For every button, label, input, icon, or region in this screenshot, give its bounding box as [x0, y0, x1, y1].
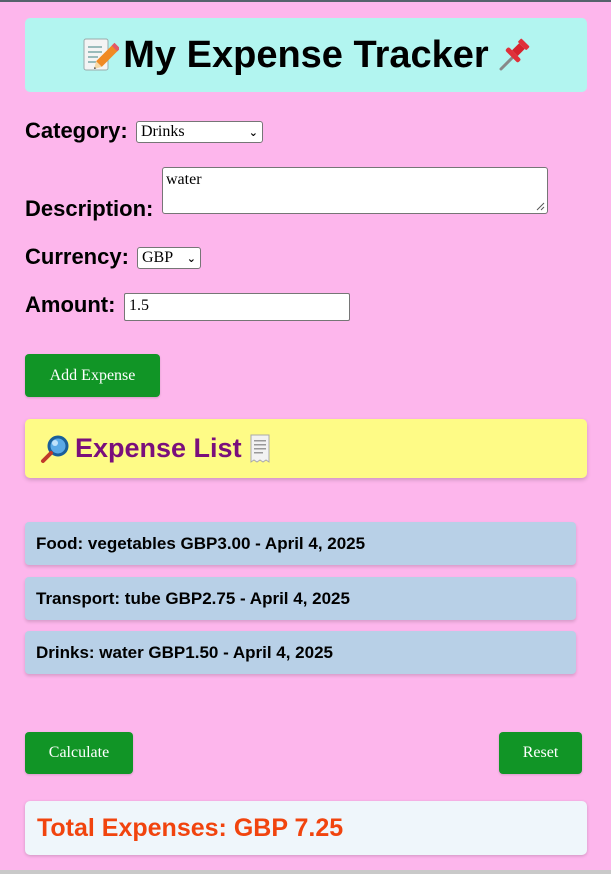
window-top-border: [0, 0, 611, 2]
expense-list-title: Expense List: [75, 433, 242, 463]
category-label: Category:: [25, 118, 128, 143]
app-header: My Expense Tracker: [25, 18, 587, 92]
amount-value: 1.5: [129, 297, 149, 314]
category-select[interactable]: Drinks ⌄: [136, 121, 263, 143]
reset-button[interactable]: Reset: [499, 732, 582, 774]
memo-pencil-icon: [79, 35, 120, 75]
amount-input[interactable]: 1.5: [124, 293, 350, 321]
currency-select[interactable]: GBP ⌄: [137, 247, 201, 269]
amount-label: Amount:: [25, 292, 116, 317]
window-bottom-border: [0, 870, 611, 874]
category-select-value: Drinks: [141, 123, 185, 140]
description-label: Description:: [25, 196, 154, 221]
currency-select-value: GBP: [142, 249, 174, 266]
currency-label: Currency:: [25, 244, 129, 269]
total-expenses: Total Expenses: GBP 7.25: [25, 801, 587, 855]
expense-list-item: Food: vegetables GBP3.00 - April 4, 2025: [25, 522, 576, 565]
expense-list-item: Transport: tube GBP2.75 - April 4, 2025: [25, 577, 576, 620]
expense-list-header: Expense List: [25, 419, 587, 478]
calculate-button[interactable]: Calculate: [25, 732, 133, 774]
chevron-down-icon: ⌄: [186, 251, 196, 265]
description-value: water: [166, 171, 202, 188]
app-title: My Expense Tracker: [123, 33, 489, 76]
magnifier-icon: [39, 433, 71, 465]
chevron-down-icon: ⌄: [248, 125, 258, 139]
resize-grip-icon[interactable]: [536, 202, 545, 211]
pushpin-icon: [493, 35, 533, 75]
add-expense-button[interactable]: Add Expense: [25, 354, 160, 397]
description-textarea[interactable]: water: [162, 167, 548, 214]
expense-list-item: Drinks: water GBP1.50 - April 4, 2025: [25, 631, 576, 674]
receipt-icon: [246, 433, 274, 465]
